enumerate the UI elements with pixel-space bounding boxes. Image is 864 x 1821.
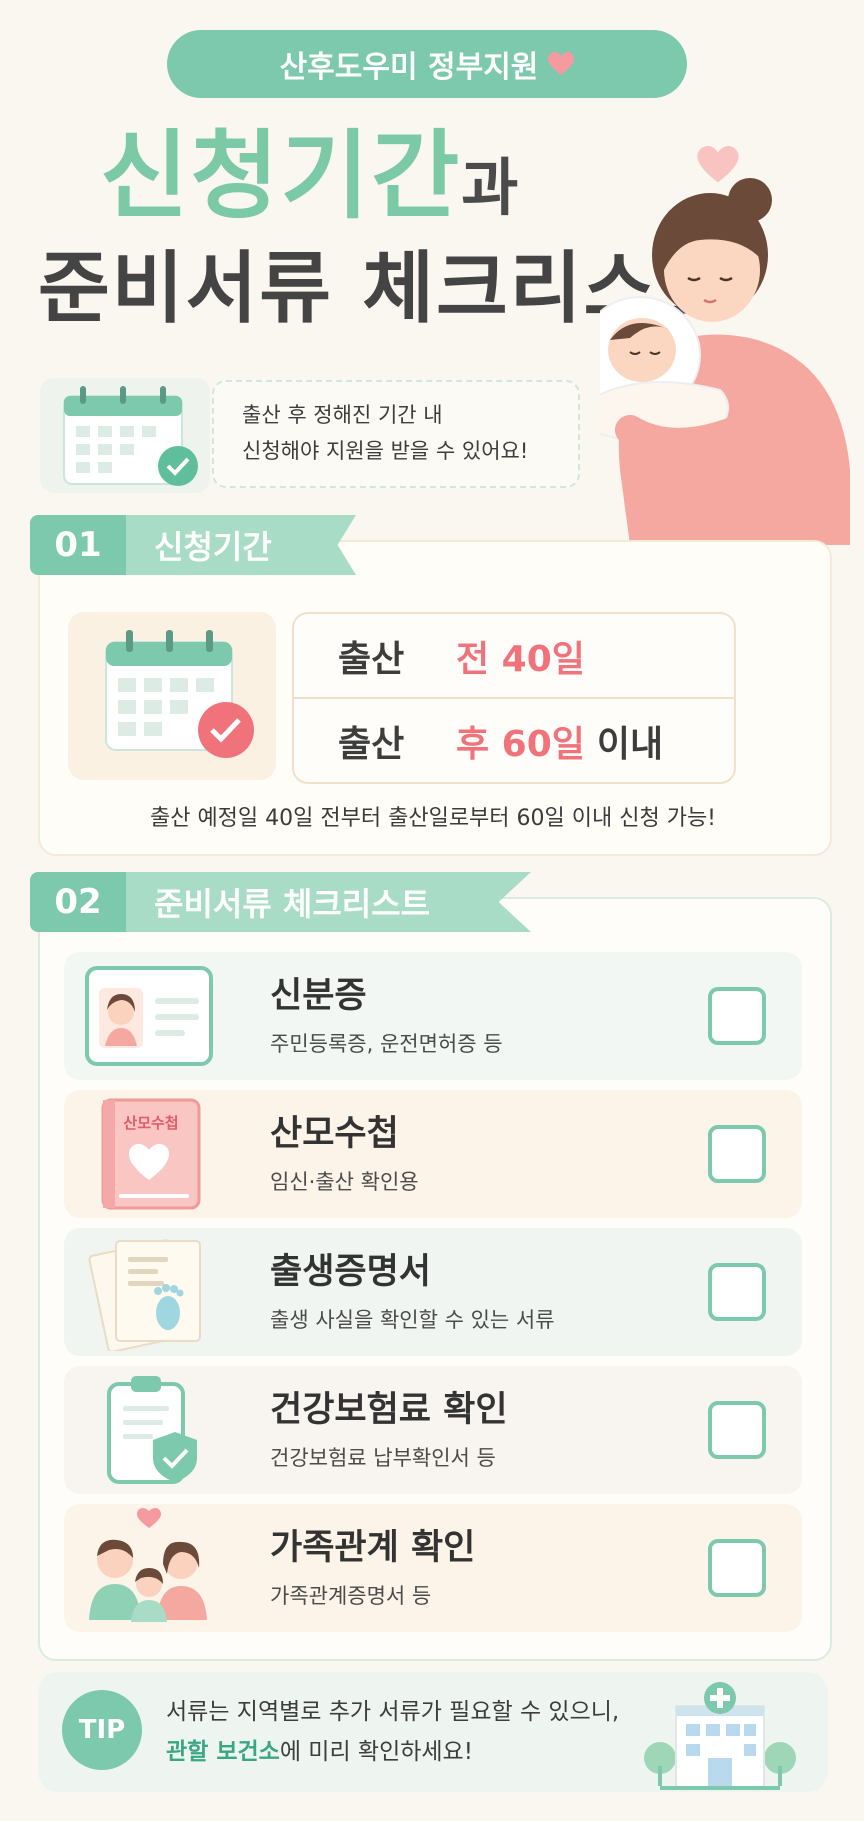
insurance-clipboard-icon <box>64 1366 234 1494</box>
item-title: 건강보험료 확인 <box>270 1390 508 1431</box>
period-label: 출산 <box>338 638 405 680</box>
id-card-icon <box>64 952 234 1080</box>
checkbox[interactable] <box>708 1263 766 1321</box>
item-title: 가족관계 확인 <box>270 1528 476 1569</box>
mother-baby-illustration <box>600 178 850 545</box>
title-main: 신청기간 <box>100 120 462 232</box>
calendar-check-icon <box>40 378 210 493</box>
section-number: 01 <box>30 515 126 575</box>
category-pill: 산후도우미 정부지원 <box>167 30 687 98</box>
checklist-item: 산모수첩 산모수첩 임신·출산 확인용 <box>64 1090 802 1218</box>
intro-note: 출산 후 정해진 기간 내 신청해야 지원을 받을 수 있어요! <box>212 380 580 488</box>
section-number: 02 <box>30 872 126 932</box>
item-title: 산모수첩 <box>270 1114 399 1155</box>
checklist-item: 가족관계 확인 가족관계증명서 등 <box>64 1504 802 1632</box>
title-suffix: 과 <box>461 151 521 224</box>
item-subtitle: 주민등록증, 운전면허증 등 <box>270 1031 503 1056</box>
family-icon <box>64 1504 234 1632</box>
category-pill-text: 산후도우미 정부지원 <box>279 50 539 85</box>
item-title: 신분증 <box>270 976 367 1017</box>
section-label: 준비서류 체크리스트 <box>126 872 531 932</box>
tip-highlight: 관할 보건소 <box>166 1739 280 1766</box>
hospital-icon <box>644 1682 796 1790</box>
period-row-after: 출산 후 60일 이내 <box>294 697 734 782</box>
intro-line-2: 신청해야 지원을 받을 수 있어요! <box>242 439 529 463</box>
checkbox[interactable] <box>708 1401 766 1459</box>
tip-line-1: 서류는 지역별로 추가 서류가 필요할 수 있으니, <box>166 1699 620 1725</box>
maternity-handbook-icon: 산모수첩 <box>64 1090 234 1218</box>
item-title: 출생증명서 <box>270 1252 432 1293</box>
checkbox[interactable] <box>708 987 766 1045</box>
checklist-item: 건강보험료 확인 건강보험료 납부확인서 등 <box>64 1366 802 1494</box>
item-subtitle: 건강보험료 납부확인서 등 <box>270 1445 496 1470</box>
checkbox[interactable] <box>708 1539 766 1597</box>
period-label: 출산 <box>338 723 405 765</box>
checklist-item: 신분증 주민등록증, 운전면허증 등 <box>64 952 802 1080</box>
checkbox[interactable] <box>708 1125 766 1183</box>
period-tail: 이내 <box>596 723 664 765</box>
item-subtitle: 가족관계증명서 등 <box>270 1583 432 1608</box>
period-value: 전 40일 <box>456 638 585 680</box>
birth-certificate-icon <box>64 1228 234 1356</box>
tip-text: 서류는 지역별로 추가 서류가 필요할 수 있으니, 관할 보건소에 미리 확인… <box>166 1692 619 1773</box>
item-subtitle: 임신·출산 확인용 <box>270 1169 419 1194</box>
checklist-item: 출생증명서 출생 사실을 확인할 수 있는 서류 <box>64 1228 802 1356</box>
application-period-table: 출산 전 40일 출산 후 60일 이내 <box>292 612 736 784</box>
intro-line-1: 출산 후 정해진 기간 내 <box>242 403 443 428</box>
section-label: 신청기간 <box>126 515 356 575</box>
heart-icon <box>548 52 575 76</box>
period-note: 출산 예정일 40일 전부터 출산일로부터 60일 이내 신청 가능! <box>149 806 717 831</box>
item-subtitle: 출생 사실을 확인할 수 있는 서류 <box>270 1307 555 1332</box>
period-row-before: 출산 전 40일 <box>294 614 734 697</box>
period-value: 후 60일 <box>456 723 585 765</box>
tip-line-2: 관할 보건소에 미리 확인하세요! <box>166 1732 619 1772</box>
tip-line-2-rest: 에 미리 확인하세요! <box>279 1739 473 1766</box>
tip-badge: TIP <box>62 1690 142 1770</box>
page-title: 신청기간과 <box>100 128 520 224</box>
handbook-label: 산모수첩 <box>123 1114 178 1132</box>
calendar-check-icon <box>105 630 254 758</box>
